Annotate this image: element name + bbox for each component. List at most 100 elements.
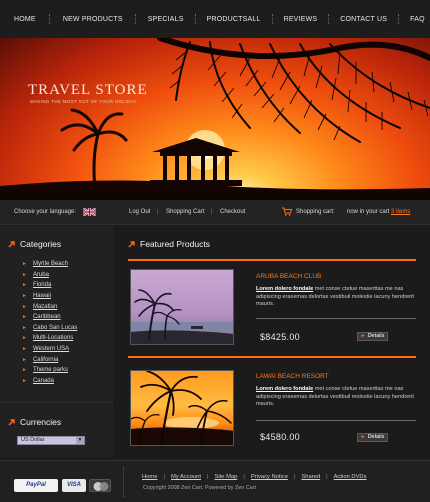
sidebar-divider [0,402,113,403]
sidebar: Categories ► Myrtle Beach ► Aruba ► Florida… [0,226,113,458]
bullet-arrow-icon: ► [22,324,27,331]
nav-separator [398,14,400,24]
logout-link[interactable]: Log Out [129,209,150,215]
category-label[interactable]: Canada [33,378,54,384]
category-label[interactable]: Aruba [33,272,49,278]
category-label[interactable]: Myrtle Beach [33,261,68,267]
product-description: Lorem dolero fondale met conse ctetue ma… [256,286,416,309]
nav-new-products[interactable]: NEW PRODUCTS [63,16,123,23]
category-item[interactable]: ► Cabo San Lucas [22,323,77,334]
bullet-arrow-icon: ► [22,367,27,374]
currencies-title: Currencies [20,417,62,427]
category-label[interactable]: Theme parks [33,367,68,373]
strip-separator: | [157,209,159,215]
featured-title: Featured Products [140,239,210,249]
bullet-arrow-icon: ► [22,261,27,268]
visa-logo: VISA [62,479,86,492]
nav-products-all[interactable]: PRODUCTSALL [207,16,261,23]
product-desc-lead[interactable]: Lorem dolero fondale [256,386,313,392]
category-item[interactable]: ► Theme parks [22,365,77,376]
footer-link-site-map[interactable]: Site Map [214,474,237,480]
bullet-arrow-icon: ► [22,356,27,363]
bullet-arrow-icon: ► [22,377,27,384]
arrow-up-right-icon [8,418,15,425]
product-desc-lead[interactable]: Lorem dolero fondale [256,286,313,292]
category-label[interactable]: Cabo San Lucas [33,325,77,331]
category-item[interactable]: ► Hawaii [22,291,77,302]
shopping-cart-link[interactable]: Shopping Cart [166,209,204,215]
details-button[interactable]: ► Details [357,433,388,442]
footer-link-shared[interactable]: Shared [301,474,320,480]
details-label: Details [367,333,385,339]
category-label[interactable]: Caribbean [33,314,61,320]
category-item[interactable]: ► Canada [22,376,77,387]
product-description: Lorem dolero fondale met conse ctetue ma… [256,386,416,409]
category-label[interactable]: Multi-Locations [33,335,73,341]
category-item[interactable]: ► Western USA [22,344,77,355]
bullet-arrow-icon: ► [360,434,366,440]
beach-photo [131,270,233,344]
featured-products: Featured Products ARUBA BEACH CLUB Lorem… [118,226,430,458]
footer-separator: | [206,474,209,480]
nav-contact-us[interactable]: CONTACT US [340,16,387,23]
mastercard-icon [93,482,109,491]
bullet-arrow-icon: ► [360,333,366,339]
bullet-arrow-icon: ► [22,293,27,300]
footer-link-home[interactable]: Home [142,474,157,480]
category-label[interactable]: Florida [33,282,51,288]
footer-link-my-account[interactable]: My Account [171,474,201,480]
footer-separator: | [243,474,245,480]
footer-link-privacy-notice[interactable]: Privacy Notice [251,474,288,480]
uk-flag-icon[interactable] [83,208,96,216]
product-image[interactable] [130,370,234,446]
category-item[interactable]: ► Multi-Locations [22,333,77,344]
chevron-down-icon: ▼ [76,437,84,444]
category-item[interactable]: ► Myrtle Beach [22,259,77,270]
cart-label: Shopping cart: [296,209,335,215]
nav-specials[interactable]: SPECIALS [148,16,184,23]
nav-home[interactable]: HOME [14,16,36,23]
cart-items-link[interactable]: 3 items [391,209,410,215]
footer-link-action-dvds[interactable]: Action DVDs [334,474,367,480]
section-divider [128,356,416,358]
category-label[interactable]: Western USA [33,346,69,352]
category-list: ► Myrtle Beach ► Aruba ► Florida ► Hawaii ► M… [22,259,77,387]
sunset-beach-photo [131,371,233,445]
product-rule [256,318,416,319]
bullet-arrow-icon: ► [22,271,27,278]
product-rule [256,420,416,421]
category-item[interactable]: ► Mazatlan [22,301,77,312]
category-item[interactable]: ► California [22,354,77,365]
footer-links: Home | My Account | Site Map | Privacy Noti… [142,474,367,480]
bullet-arrow-icon: ► [22,303,27,310]
hero-banner: TRAVEL STORE MAKING THE MOST OUT OF YOUR… [0,38,430,200]
category-item[interactable]: ► Florida [22,280,77,291]
nav-separator [271,14,273,24]
product-title[interactable]: ARUBA BEACH CLUB [256,273,321,280]
product-image[interactable] [130,269,234,345]
paypal-logo: PayPal [14,479,58,492]
utility-bar: Choose your language: Log Out | Shopping… [0,200,430,225]
details-button[interactable]: ► Details [357,332,388,341]
checkout-link[interactable]: Checkout [220,209,245,215]
category-label[interactable]: Hawaii [33,293,51,299]
product-price: $8425.00 [260,332,300,342]
category-label[interactable]: California [33,357,58,363]
bullet-arrow-icon: ► [22,282,27,289]
arrow-up-right-icon [128,240,135,247]
footer-separator: | [326,474,328,480]
nav-separator [194,14,196,24]
nav-faq[interactable]: FAQ [410,16,425,23]
currency-select[interactable]: US Dollar ▼ [17,436,85,445]
cart-icon [282,207,292,216]
nav-reviews[interactable]: REVIEWS [284,16,318,23]
footer-separator: | [293,474,296,480]
bullet-arrow-icon: ► [22,346,27,353]
categories-title: Categories [20,239,62,249]
footer: PayPal VISA Home | My Account | Site Map | … [0,460,430,502]
nav-separator [134,14,136,24]
product-title[interactable]: LAWAI BEACH RESORT [256,373,329,380]
category-item[interactable]: ► Aruba [22,270,77,281]
category-item[interactable]: ► Caribbean [22,312,77,323]
category-label[interactable]: Mazatlan [33,304,57,310]
